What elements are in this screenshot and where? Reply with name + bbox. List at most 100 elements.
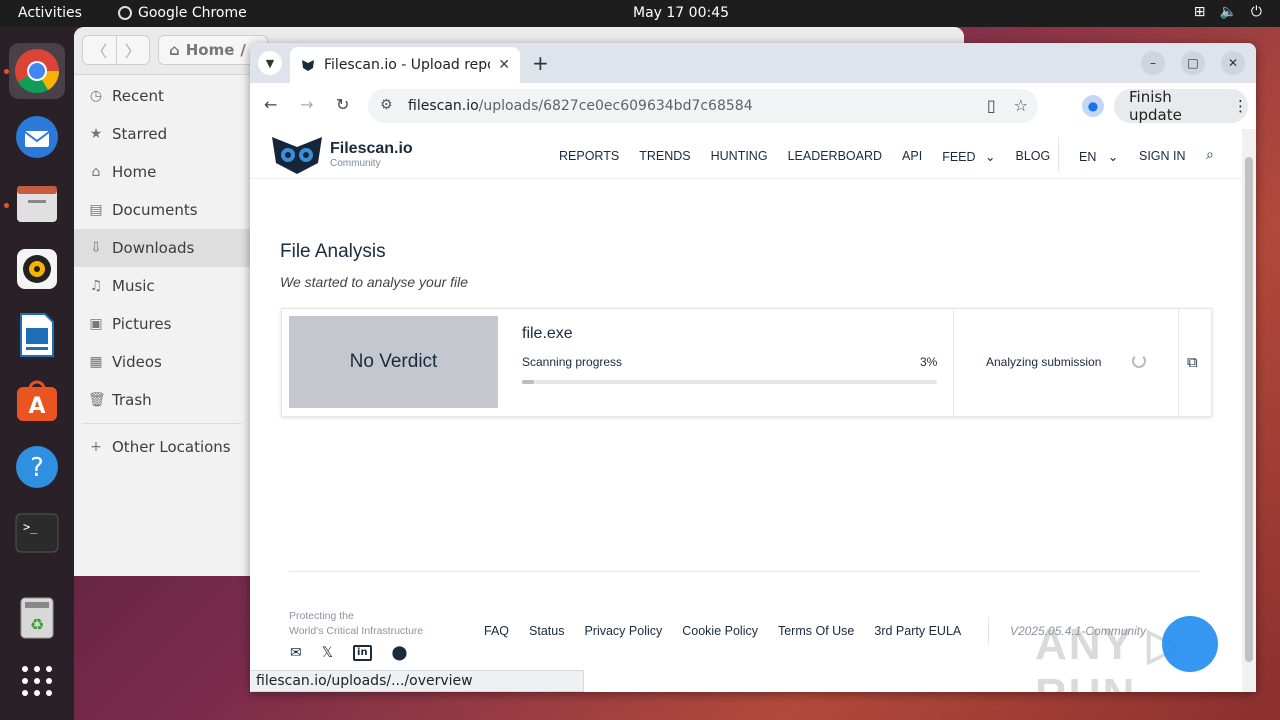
sidebar-item-starred[interactable]: ★ Starred — [74, 115, 250, 153]
owl-logo-icon — [272, 137, 322, 174]
video-icon: ▦ — [89, 354, 103, 370]
sidebar-item-label: Documents — [112, 201, 198, 219]
x-twitter-icon[interactable]: 𝕏 — [322, 645, 333, 661]
sidebar-item-downloads[interactable]: ⇩ Downloads — [74, 229, 250, 267]
verdict-badge: No Verdict — [289, 316, 498, 408]
linkedin-icon[interactable]: in — [353, 645, 372, 661]
activities-button[interactable]: Activities — [18, 5, 82, 21]
scrollbar-thumb[interactable] — [1245, 157, 1253, 662]
bookmark-star-icon[interactable]: ☆ — [1014, 96, 1028, 115]
picture-icon: ▣ — [89, 316, 103, 332]
svg-text:?: ? — [30, 453, 44, 483]
forward-button[interactable]: 〉 — [117, 36, 150, 64]
files-icon[interactable] — [9, 175, 65, 231]
site-logo[interactable]: Filescan.io Community — [270, 133, 413, 175]
footer-link-eula[interactable]: 3rd Party EULA — [874, 624, 961, 638]
running-indicator — [4, 203, 9, 208]
trash-icon[interactable]: ♻ — [9, 589, 65, 645]
maximize-button[interactable]: □ — [1181, 51, 1205, 75]
url-domain: filescan.io — [408, 98, 479, 114]
language-label: EN — [1079, 150, 1097, 164]
footer-link-terms[interactable]: Terms Of Use — [778, 624, 854, 638]
menu-item-feed[interactable]: FEED ⌄ — [942, 149, 995, 164]
sidebar-item-music[interactable]: ♫ Music — [74, 267, 250, 305]
path-home-label: Home — [185, 41, 235, 59]
sidebar-item-label: Home — [112, 163, 157, 181]
page-icon[interactable]: ▯ — [987, 96, 996, 115]
finish-update-button[interactable]: Finish update ⋮ — [1114, 88, 1248, 124]
footer-link-status[interactable]: Status — [529, 624, 564, 638]
home-icon: ⌂ — [169, 41, 180, 59]
menu-item-reports[interactable]: REPORTS — [559, 149, 619, 164]
language-select[interactable]: EN ⌄ — [1079, 149, 1118, 164]
back-button[interactable]: 〈 — [83, 36, 117, 64]
sign-in-link[interactable]: SIGN IN — [1139, 149, 1186, 163]
external-link-icon[interactable]: ⧉ — [1187, 353, 1198, 371]
anyrun-badge-icon — [1162, 616, 1218, 672]
menu-item-blog[interactable]: BLOG — [1016, 149, 1051, 164]
svg-text:A: A — [28, 394, 45, 419]
menu-item-trends[interactable]: TRENDS — [639, 149, 690, 164]
tab-filescan[interactable]: Filescan.io - Upload repo ✕ — [290, 47, 520, 83]
mail-icon[interactable]: ✉ — [290, 645, 302, 661]
clock-icon: ◷ — [89, 88, 103, 104]
sidebar-item-label: Music — [112, 277, 155, 295]
sidebar-item-trash[interactable]: 🗑 Trash — [74, 381, 250, 419]
sidebar-item-videos[interactable]: ▦ Videos — [74, 343, 250, 381]
tab-search-button[interactable]: ▼ — [258, 51, 282, 75]
menu-item-hunting[interactable]: HUNTING — [711, 149, 768, 164]
kebab-menu-icon: ⋮ — [1233, 97, 1248, 115]
help-icon[interactable]: ? — [9, 439, 65, 495]
github-icon[interactable]: ⬤ — [392, 645, 408, 661]
profile-avatar-icon[interactable]: ● — [1082, 95, 1104, 117]
sidebar-item-label: Starred — [112, 125, 168, 143]
chrome-icon[interactable] — [9, 43, 65, 99]
page-scrollbar[interactable] — [1242, 129, 1256, 692]
reload-icon[interactable]: ↻ — [336, 95, 349, 114]
sidebar-item-pictures[interactable]: ▣ Pictures — [74, 305, 250, 343]
menu-item-api[interactable]: API — [902, 149, 922, 164]
home-icon: ⌂ — [91, 164, 101, 180]
logo-sub: Community — [330, 157, 381, 169]
footer-divider — [289, 571, 1200, 572]
site-info-icon[interactable]: ⚙ — [380, 97, 393, 113]
rhythmbox-icon[interactable] — [9, 241, 65, 297]
sidebar-item-other-locations[interactable]: + Other Locations — [74, 428, 250, 466]
search-icon[interactable]: ⌕ — [1206, 147, 1214, 163]
app-name: Google Chrome — [138, 5, 247, 21]
menu-item-label: FEED — [942, 150, 976, 164]
footer-link-privacy[interactable]: Privacy Policy — [584, 624, 662, 638]
card-divider — [953, 309, 954, 416]
back-arrow-icon[interactable]: ← — [264, 95, 277, 114]
terminal-icon[interactable]: >_ — [9, 505, 65, 561]
tagline-line: World's Critical Infrastructure — [289, 625, 424, 637]
sidebar-item-label: Trash — [112, 391, 152, 409]
app-center-icon[interactable]: A — [9, 373, 65, 429]
clock[interactable]: May 17 00:45 — [633, 5, 729, 21]
menu-item-leaderboard[interactable]: LEADERBOARD — [788, 149, 882, 164]
writer-icon[interactable] — [9, 307, 65, 363]
sidebar-item-label: Downloads — [112, 239, 195, 257]
thunderbird-icon[interactable] — [9, 109, 65, 165]
progress-bar-fill — [522, 380, 535, 384]
dock: A ? >_ ♻ — [0, 27, 74, 720]
finish-update-label: Finish update — [1129, 88, 1182, 124]
sidebar-item-home[interactable]: ⌂ Home — [74, 153, 250, 191]
close-window-button[interactable]: ✕ — [1221, 51, 1245, 75]
footer-link-faq[interactable]: FAQ — [484, 624, 509, 638]
address-bar[interactable]: ⚙ filescan.io/uploads/6827ce0ec609634bd7… — [368, 89, 1038, 123]
sidebar-item-recent[interactable]: ◷ Recent — [74, 77, 250, 115]
app-menu[interactable]: Google Chrome — [118, 5, 247, 21]
minimize-button[interactable]: – — [1141, 51, 1165, 75]
system-tray[interactable]: ⊞ 🔈 ⏻ — [1194, 4, 1262, 20]
forward-arrow-icon[interactable]: → — [300, 95, 313, 114]
trash-icon: 🗑 — [88, 392, 106, 408]
analysis-card: No Verdict file.exe Scanning progress 3%… — [281, 308, 1212, 417]
apps-grid-icon[interactable] — [9, 653, 65, 709]
sidebar-item-documents[interactable]: ▤ Documents — [74, 191, 250, 229]
sidebar-item-label: Recent — [112, 87, 164, 105]
tab-close-icon[interactable]: ✕ — [498, 57, 510, 73]
footer-link-cookie[interactable]: Cookie Policy — [682, 624, 758, 638]
new-tab-button[interactable]: + — [532, 51, 549, 75]
progress-label: Scanning progress — [522, 355, 623, 369]
